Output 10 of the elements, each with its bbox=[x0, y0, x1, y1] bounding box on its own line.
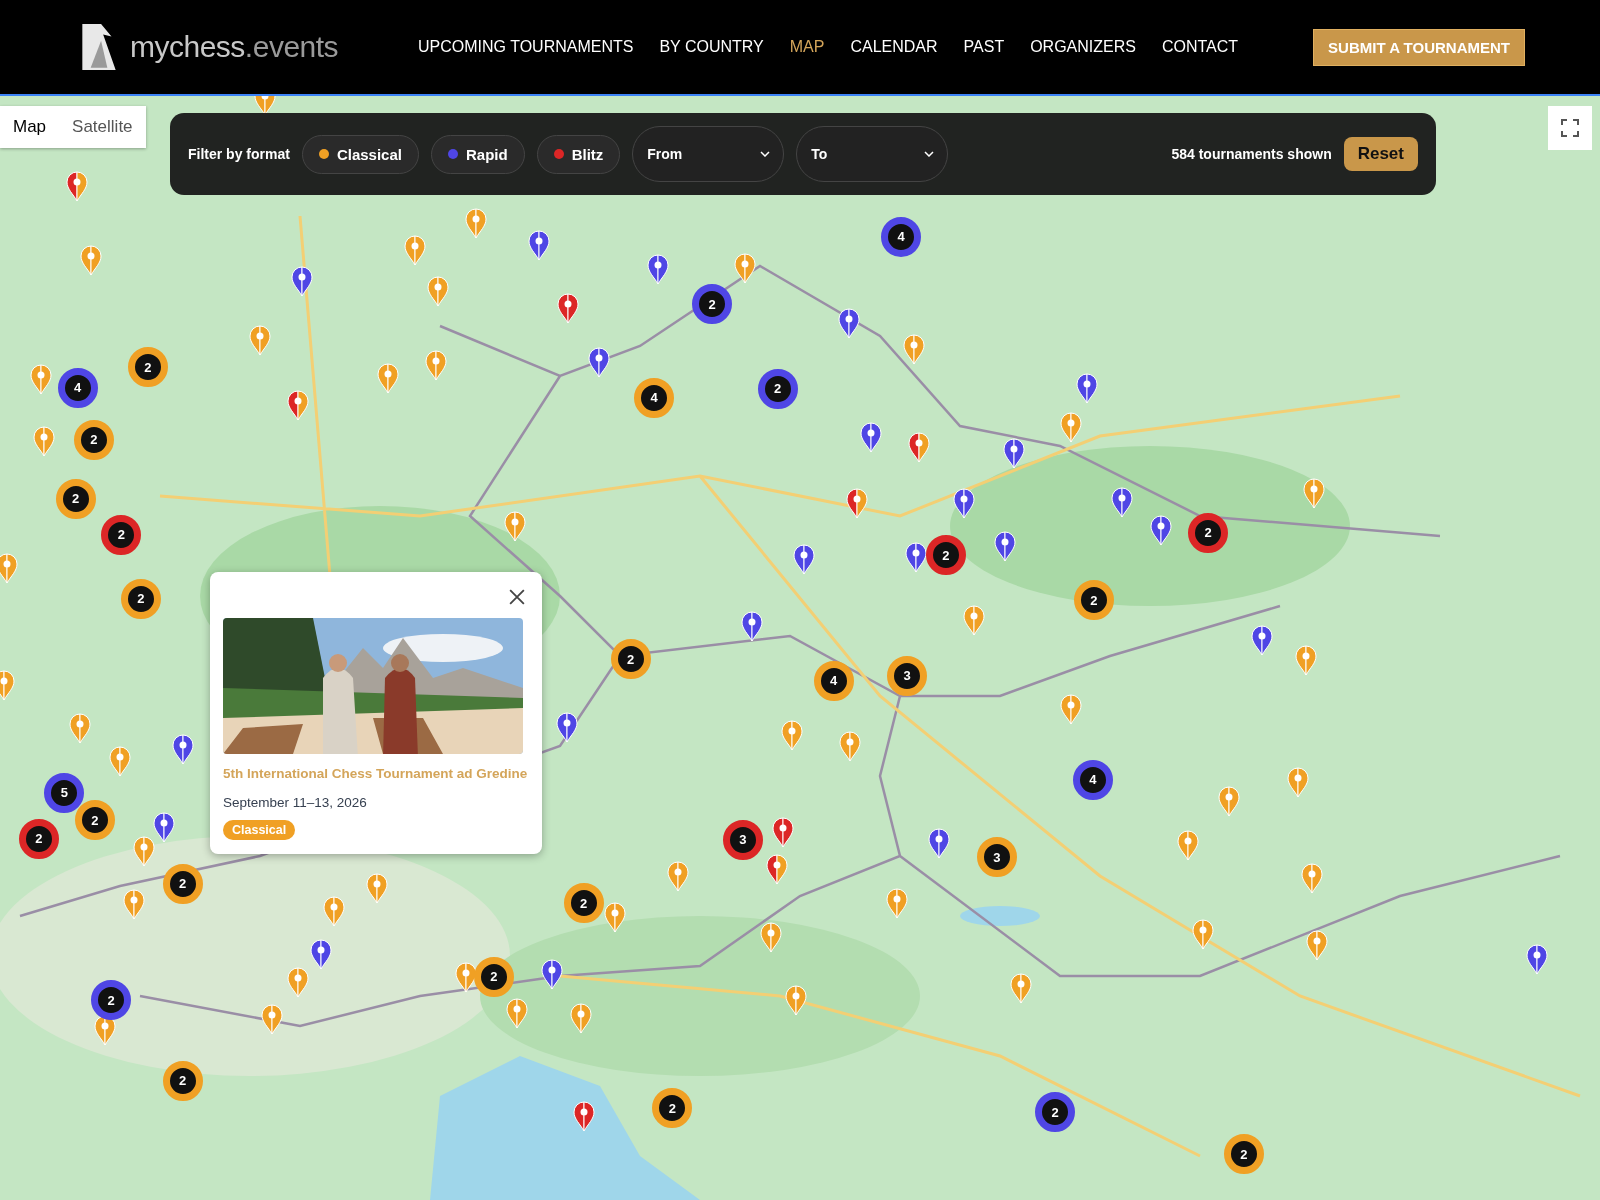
nav-link[interactable]: BY COUNTRY bbox=[659, 38, 764, 56]
nav-link[interactable]: MAP bbox=[789, 38, 825, 56]
logo-domain: .events bbox=[244, 30, 339, 64]
nav-link[interactable]: PAST bbox=[963, 38, 1005, 56]
logo-icon bbox=[80, 22, 118, 72]
nav-link[interactable]: UPCOMING TOURNAMENTS bbox=[418, 38, 634, 56]
nav-link[interactable]: ORGANIZERS bbox=[1030, 38, 1136, 56]
logo-text: mychess bbox=[130, 30, 245, 64]
nav-link[interactable]: CONTACT bbox=[1161, 38, 1239, 56]
nav-link[interactable]: CALENDAR bbox=[850, 38, 938, 56]
